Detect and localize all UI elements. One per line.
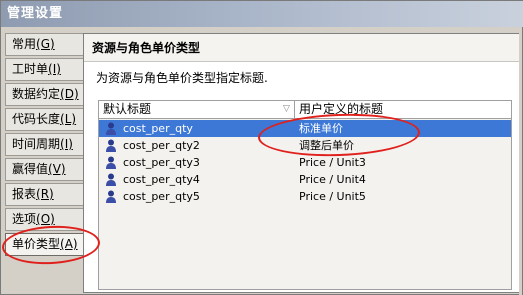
tab-data-limits[interactable]: 数据约定(D) xyxy=(5,83,83,106)
table-row[interactable]: cost_per_qty3 Price / Unit3 xyxy=(99,154,511,171)
tab-mnemonic: (D) xyxy=(60,87,79,101)
tab-timesheets[interactable]: 工时单(I) xyxy=(5,58,83,81)
tab-mnemonic: (I) xyxy=(48,62,61,76)
tab-label: 报表 xyxy=(12,187,37,201)
column-header-user-title[interactable]: 用户定义的标题 xyxy=(295,101,511,119)
tab-mnemonic: (V) xyxy=(48,162,66,176)
cell-user-title[interactable]: Price / Unit3 xyxy=(299,154,499,171)
tab-id-lengths[interactable]: 代码长度(L) xyxy=(5,108,83,131)
panel-title: 资源与角色单价类型 xyxy=(84,34,520,62)
tab-reports[interactable]: 报表(R) xyxy=(5,183,83,206)
settings-window: 管理设置 常用(G) 工时单(I) 数据约定(D) 代码长度(L) 时间周期(I… xyxy=(0,0,523,295)
cell-default-title: cost_per_qty5 xyxy=(123,190,200,203)
table-row[interactable]: cost_per_qty4 Price / Unit4 xyxy=(99,171,511,188)
cell-user-title[interactable]: Price / Unit5 xyxy=(299,188,499,205)
tab-label: 代码长度 xyxy=(12,112,61,126)
user-icon xyxy=(106,156,116,169)
sort-arrow-icon: ▽ xyxy=(283,104,290,114)
table-row[interactable]: cost_per_qty 标准单价 xyxy=(99,120,511,137)
table-header: 默认标题 ▽ 用户定义的标题 xyxy=(99,101,511,119)
cell-default-title: cost_per_qty4 xyxy=(123,173,200,186)
tab-mnemonic: (R) xyxy=(36,187,54,201)
tab-label: 常用 xyxy=(12,37,37,51)
tab-label: 工时单 xyxy=(12,62,49,76)
tab-mnemonic: (O) xyxy=(36,212,55,226)
window-border xyxy=(519,27,522,295)
rate-types-panel: 资源与角色单价类型 为资源与角色单价类型指定标题. 默认标题 ▽ 用户定义的标题… xyxy=(83,33,521,293)
tab-mnemonic: (L) xyxy=(60,112,77,126)
cell-default-title: cost_per_qty3 xyxy=(123,156,200,169)
user-icon xyxy=(106,122,116,135)
user-icon xyxy=(106,173,116,186)
panel-description: 为资源与角色单价类型指定标题. xyxy=(96,71,268,85)
tab-rate-types[interactable]: 单价类型(A) xyxy=(5,233,83,256)
tab-label: 赢得值 xyxy=(12,162,49,176)
cell-default-title: cost_per_qty xyxy=(123,122,193,135)
tab-mnemonic: (I) xyxy=(60,137,73,151)
tab-label: 数据约定 xyxy=(12,87,61,101)
tab-label: 单价类型 xyxy=(12,237,61,251)
user-icon xyxy=(106,190,116,203)
table-row[interactable]: cost_per_qty2 调整后单价 xyxy=(99,137,511,154)
cell-user-title[interactable]: 调整后单价 xyxy=(299,137,499,154)
tab-mnemonic: (A) xyxy=(60,237,78,251)
cell-default-title: cost_per_qty2 xyxy=(123,139,200,152)
user-icon xyxy=(106,139,116,152)
tab-mnemonic: (G) xyxy=(36,37,55,51)
window-title: 管理设置 xyxy=(1,1,523,27)
tab-options[interactable]: 选项(O) xyxy=(5,208,83,231)
cell-user-title[interactable]: Price / Unit4 xyxy=(299,171,499,188)
rate-types-table: 默认标题 ▽ 用户定义的标题 cost_per_qty 标准单价 cost_pe… xyxy=(98,100,512,290)
tab-label: 时间周期 xyxy=(12,137,61,151)
tab-label: 选项 xyxy=(12,212,37,226)
column-header-default-title[interactable]: 默认标题 xyxy=(99,101,295,119)
cell-user-title[interactable]: 标准单价 xyxy=(299,120,499,137)
tab-time-periods[interactable]: 时间周期(I) xyxy=(5,133,83,156)
tab-general[interactable]: 常用(G) xyxy=(5,33,83,56)
tab-earned-value[interactable]: 赢得值(V) xyxy=(5,158,83,181)
sidebar: 常用(G) 工时单(I) 数据约定(D) 代码长度(L) 时间周期(I) 赢得值… xyxy=(5,33,83,291)
table-row[interactable]: cost_per_qty5 Price / Unit5 xyxy=(99,188,511,205)
